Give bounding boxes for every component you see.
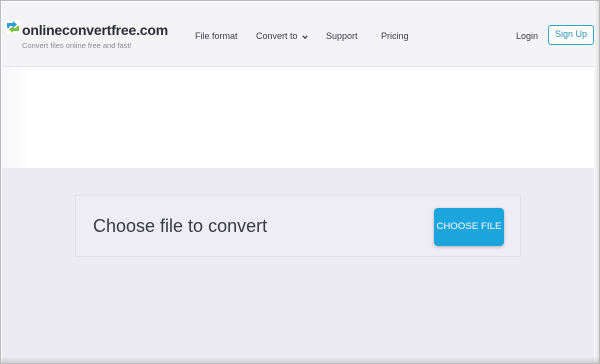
choose-file-button[interactable]: CHOOSE FILE: [434, 208, 504, 246]
signup-button[interactable]: Sign Up: [548, 25, 594, 45]
frame-shadow-bottom: [1, 357, 599, 363]
nav-convert-to-label: Convert to: [256, 31, 298, 41]
logo-title: onlineconvertfree.com: [22, 22, 168, 38]
hero-section: [2, 67, 594, 168]
logo-tagline: Convert files online free and fast!: [22, 41, 132, 50]
upload-label: Choose file to convert: [93, 216, 268, 236]
nav-support[interactable]: Support: [326, 31, 358, 41]
site-header: onlineconvertfree.com Convert files onli…: [2, 2, 594, 67]
hero-edge-fade: [2, 67, 30, 168]
nav-file-format[interactable]: File format: [195, 31, 238, 41]
nav-pricing[interactable]: Pricing: [381, 31, 409, 41]
login-link[interactable]: Login: [516, 31, 538, 41]
frame-shadow-right: [593, 1, 599, 363]
nav-convert-to[interactable]: Convert to: [256, 31, 308, 41]
convert-arrows-icon: [6, 20, 20, 34]
browser-frame: onlineconvertfree.com Convert files onli…: [0, 0, 600, 364]
upload-card: Choose file to convert CHOOSE FILE: [75, 195, 521, 257]
chevron-down-icon: [302, 35, 308, 39]
